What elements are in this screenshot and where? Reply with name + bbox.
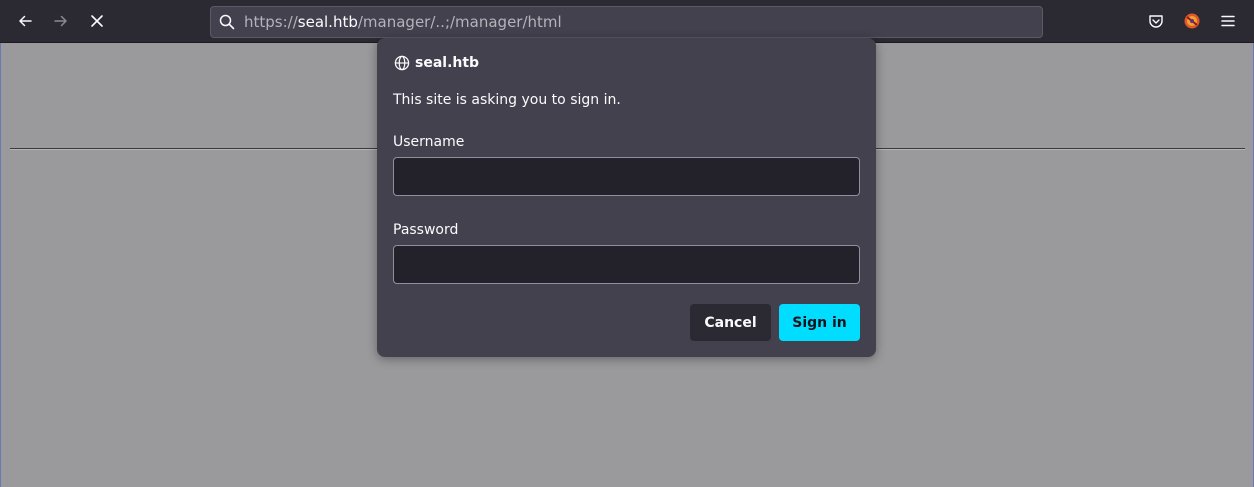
password-label: Password — [393, 222, 459, 238]
url-bar[interactable]: https://seal.htb/manager/..;/manager/htm… — [210, 6, 1043, 38]
dialog-header: seal.htb — [394, 54, 479, 72]
cancel-button[interactable]: Cancel — [690, 304, 771, 341]
extension-button[interactable] — [1182, 11, 1202, 31]
auth-dialog: seal.htb This site is asking you to sign… — [377, 38, 876, 357]
stop-button[interactable] — [82, 6, 112, 36]
back-button[interactable] — [10, 6, 40, 36]
username-label: Username — [393, 134, 465, 150]
url-host: seal.htb — [297, 13, 358, 31]
forward-button[interactable] — [46, 6, 76, 36]
search-icon — [219, 14, 235, 30]
close-icon — [91, 15, 103, 27]
arrow-left-icon — [19, 15, 32, 27]
extension-icon — [1184, 13, 1200, 29]
globe-icon — [394, 55, 410, 71]
hamburger-menu-icon — [1221, 15, 1235, 27]
dialog-message: This site is asking you to sign in. — [393, 92, 621, 108]
url-path: /manager/..;/manager/html — [357, 13, 562, 31]
browser-toolbar: https://seal.htb/manager/..;/manager/htm… — [0, 0, 1254, 43]
password-field[interactable] — [393, 245, 860, 284]
url-scheme: https:// — [244, 13, 298, 31]
username-field[interactable] — [393, 157, 860, 196]
pocket-icon — [1149, 15, 1163, 28]
pocket-button[interactable] — [1146, 11, 1166, 31]
app-menu-button[interactable] — [1218, 11, 1238, 31]
url-text: https://seal.htb/manager/..;/manager/htm… — [244, 12, 562, 32]
arrow-right-icon — [54, 15, 67, 27]
sign-in-button[interactable]: Sign in — [779, 304, 860, 341]
dialog-host: seal.htb — [415, 55, 480, 71]
